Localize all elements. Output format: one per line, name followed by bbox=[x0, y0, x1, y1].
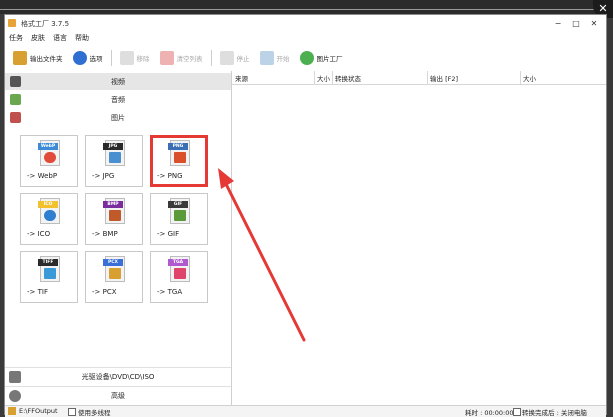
picture-factory-button[interactable]: 图片工厂 bbox=[298, 48, 345, 68]
menu-task[interactable]: 任务 bbox=[9, 33, 23, 45]
close-button[interactable]: ✕ bbox=[586, 17, 602, 29]
title-bar: 格式工厂 3.7.5 − □ ✕ bbox=[5, 15, 606, 31]
after-convert-label: 转换完成后 : 关闭电脑 bbox=[522, 409, 587, 417]
elapsed-time: 耗时 : 00:00:00 bbox=[465, 409, 514, 417]
task-list-pane: 来源 大小 转换状态 输出 [F2] 大小 bbox=[232, 71, 606, 406]
options-button[interactable]: 选项 bbox=[71, 48, 105, 68]
image-icon bbox=[10, 112, 21, 123]
background-strip bbox=[0, 0, 613, 14]
jpg-file-icon: JPG bbox=[103, 140, 125, 166]
column-source[interactable]: 来源 bbox=[235, 73, 248, 83]
gears-icon bbox=[9, 390, 21, 402]
category-advanced[interactable]: 高级 bbox=[5, 386, 231, 405]
category-image[interactable]: 图片 bbox=[5, 109, 231, 126]
app-window: 格式工厂 3.7.5 − □ ✕ 任务 皮肤 语言 帮助 输出文件夹 选项 移除… bbox=[4, 14, 607, 417]
folder-icon bbox=[13, 51, 27, 65]
column-output[interactable]: 输出 [F2] bbox=[430, 73, 458, 83]
ico-file-icon: ICO bbox=[38, 198, 60, 224]
film-icon bbox=[10, 76, 21, 87]
folder-icon bbox=[8, 407, 16, 415]
png-highlight-box bbox=[150, 135, 208, 187]
category-pane: 视频 音频 图片 WebP -> WebP JPG -> JPG PNG -> … bbox=[5, 71, 232, 406]
menu-language[interactable]: 语言 bbox=[53, 33, 67, 45]
window-title: 格式工厂 3.7.5 bbox=[21, 20, 70, 28]
format-tile-gif[interactable]: GIF -> GIF bbox=[150, 193, 208, 245]
status-bar: E:\FFOutput 使用多线程 耗时 : 00:00:00 转换完成后 : … bbox=[5, 405, 606, 417]
pcx-file-icon: PCX bbox=[103, 256, 125, 282]
format-tile-webp[interactable]: WebP -> WebP bbox=[20, 135, 78, 187]
column-output-size[interactable]: 大小 bbox=[523, 73, 536, 83]
category-audio[interactable]: 音频 bbox=[5, 91, 231, 108]
format-tile-tif[interactable]: TIFF -> TIF bbox=[20, 251, 78, 303]
toolbar-divider bbox=[210, 50, 212, 66]
disc-drive-icon bbox=[9, 371, 21, 383]
format-tile-tga[interactable]: TGA -> TGA bbox=[150, 251, 208, 303]
stop-button[interactable]: 停止 bbox=[218, 48, 252, 68]
category-video[interactable]: 视频 bbox=[5, 73, 231, 90]
category-rom-device[interactable]: 光驱设备\DVD\CD\ISO bbox=[5, 367, 231, 386]
maximize-button[interactable]: □ bbox=[568, 17, 584, 29]
app-logo-icon bbox=[8, 19, 16, 27]
clear-list-button[interactable]: 清空列表 bbox=[158, 48, 205, 68]
format-tile-jpg[interactable]: JPG -> JPG bbox=[85, 135, 143, 187]
menu-bar: 任务 皮肤 语言 帮助 bbox=[9, 33, 89, 45]
format-tile-ico[interactable]: ICO -> ICO bbox=[20, 193, 78, 245]
menu-skin[interactable]: 皮肤 bbox=[31, 33, 45, 45]
options-icon bbox=[72, 51, 87, 65]
remove-button[interactable]: 移除 bbox=[118, 48, 152, 68]
format-tile-bmp[interactable]: BMP -> BMP bbox=[85, 193, 143, 245]
multithread-label: 使用多线程 bbox=[78, 409, 111, 417]
tif-file-icon: TIFF bbox=[38, 256, 60, 282]
column-status[interactable]: 转换状态 bbox=[335, 73, 361, 83]
format-tile-pcx[interactable]: PCX -> PCX bbox=[85, 251, 143, 303]
output-path[interactable]: E:\FFOutput bbox=[19, 407, 58, 415]
webp-file-icon: WebP bbox=[38, 140, 60, 166]
column-size[interactable]: 大小 bbox=[317, 73, 330, 83]
clear-icon bbox=[159, 51, 174, 65]
bmp-file-icon: BMP bbox=[103, 198, 125, 224]
output-folder-button[interactable]: 输出文件夹 bbox=[11, 48, 65, 68]
remove-icon bbox=[119, 51, 134, 65]
minimize-button[interactable]: − bbox=[550, 17, 566, 29]
tga-file-icon: TGA bbox=[168, 256, 190, 282]
task-list-header: 来源 大小 转换状态 输出 [F2] 大小 bbox=[232, 71, 606, 85]
toolbar-divider bbox=[110, 50, 112, 66]
toolbar: 输出文件夹 选项 移除 清空列表 停止 开始 图片工厂 bbox=[5, 47, 606, 69]
start-button[interactable]: 开始 bbox=[258, 48, 292, 68]
music-icon bbox=[10, 94, 21, 105]
menu-help[interactable]: 帮助 bbox=[75, 33, 89, 45]
stop-icon bbox=[219, 51, 234, 65]
start-icon bbox=[259, 51, 274, 65]
picture-factory-icon bbox=[299, 51, 314, 65]
gif-file-icon: GIF bbox=[168, 198, 190, 224]
